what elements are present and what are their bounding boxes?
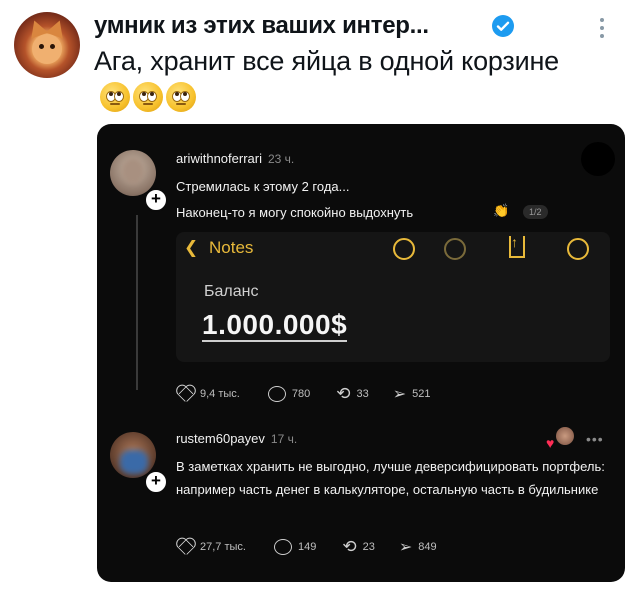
comment-icon: [273, 539, 292, 555]
cat-eye: [39, 44, 44, 49]
send-icon: ➢: [398, 539, 413, 556]
reply-username-row: rustem60payev 17 ч.: [176, 431, 297, 446]
like-count: 9,4 тыс.: [200, 388, 240, 400]
chevron-left-icon: ❮: [184, 238, 199, 257]
image-pager: 1/2: [523, 205, 548, 219]
reply-time: 17 ч.: [270, 432, 298, 446]
like-count: 27,7 тыс.: [200, 541, 246, 553]
undo-icon: [393, 238, 415, 260]
author-avatar[interactable]: [14, 12, 80, 78]
repost-icon: ⟲: [336, 384, 351, 403]
like-action: 9,4 тыс.: [176, 386, 240, 402]
notes-back-label: Notes: [208, 238, 254, 257]
follow-plus-icon: +: [144, 188, 168, 212]
post-actions: 9,4 тыс. 780 ⟲ 33 ➢ 521: [176, 384, 430, 404]
share-arrow-icon: ↑: [511, 234, 518, 250]
tweet-text: Ага, хранит все яйца в одной корзине: [94, 46, 559, 76]
author-liked-avatar: [556, 427, 574, 445]
author-liked-heart-icon: ♥: [546, 435, 555, 451]
emoji-row: [100, 82, 196, 112]
reply-username: rustem60payev: [176, 431, 265, 446]
more-options-icon[interactable]: [600, 18, 606, 42]
share-action: ➢ 849: [399, 537, 437, 557]
rolling-eyes-emoji-icon: [166, 82, 196, 112]
post-username-row: ariwithnoferrari 23 ч.: [176, 151, 294, 166]
repost-icon: ⟲: [342, 537, 357, 556]
cat-face: [32, 34, 62, 64]
heart-icon: [176, 386, 194, 402]
reply-actions: 27,7 тыс. 149 ⟲ 23 ➢ 849: [176, 537, 437, 557]
like-action: 27,7 тыс.: [176, 539, 246, 555]
verified-badge-icon: [492, 15, 514, 37]
reply-more-icon: •••: [586, 431, 604, 447]
rolling-eyes-emoji-icon: [133, 82, 163, 112]
send-icon: ➢: [392, 386, 407, 403]
rolling-eyes-emoji-icon: [100, 82, 130, 112]
comment-count: 780: [291, 388, 311, 400]
post-line-1: Стремилась к этому 2 года...: [176, 179, 350, 194]
redo-icon: [444, 238, 466, 260]
follow-plus-icon: +: [144, 470, 168, 494]
repost-count: 33: [356, 388, 369, 400]
share-count: 521: [412, 388, 431, 400]
menu-circle-icon: [581, 142, 615, 176]
repost-action: ⟲ 23: [342, 537, 375, 557]
share-action: ➢ 521: [393, 384, 431, 404]
comment-action: 149: [273, 539, 317, 555]
share-count: 849: [418, 541, 437, 553]
notes-back-row: ❮ Notes: [184, 238, 253, 258]
heart-icon: [176, 539, 194, 555]
clapping-hands-icon: 👏: [493, 203, 510, 218]
post-time: 23 ч.: [267, 152, 295, 166]
more-circle-icon: [567, 238, 589, 260]
comment-action: 780: [267, 386, 311, 402]
thread-line: [136, 215, 138, 390]
reply-text: В заметках хранить не выгодно, лучше дев…: [176, 459, 605, 497]
cat-eye: [50, 44, 55, 49]
comment-count: 149: [297, 541, 317, 553]
post-username: ariwithnoferrari: [176, 151, 262, 166]
repost-count: 23: [362, 541, 375, 553]
comment-icon: [267, 386, 286, 402]
balance-label: Баланс: [204, 283, 259, 300]
balance-value: 1.000.000$: [202, 309, 348, 342]
post-line-2: Наконец-то я могу спокойно выдохнуть: [176, 205, 414, 220]
repost-action: ⟲ 33: [336, 384, 369, 404]
author-name[interactable]: умник из этих ваших интер...: [94, 12, 429, 40]
